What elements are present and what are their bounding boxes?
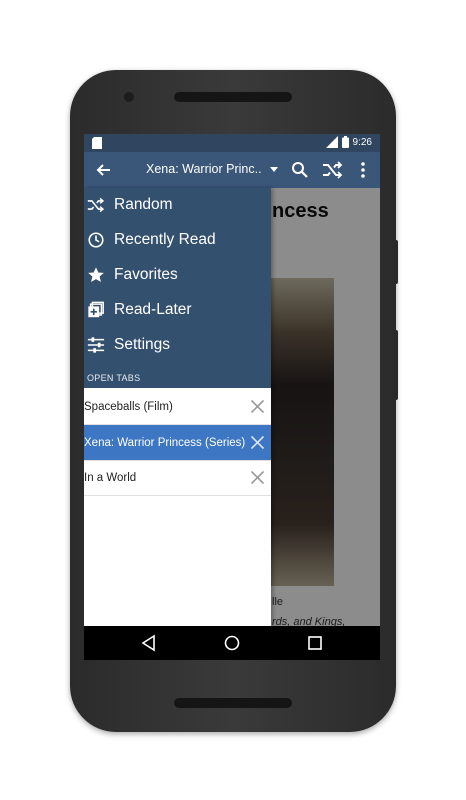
navigation-drawer: Random Recently Read Favorites Read-Late… bbox=[84, 188, 271, 626]
top-speaker bbox=[174, 92, 292, 102]
close-icon[interactable] bbox=[250, 470, 265, 485]
open-tab-item-active[interactable]: Xena: Warrior Princess (Series) bbox=[84, 425, 271, 461]
open-tab-item[interactable]: In a World bbox=[84, 460, 271, 496]
drawer-item-label: Settings bbox=[114, 336, 171, 353]
drawer-item-recently-read[interactable]: Recently Read bbox=[84, 223, 271, 257]
battery-icon bbox=[341, 136, 349, 148]
more-vert-icon[interactable] bbox=[360, 161, 366, 179]
drawer-item-label: Random bbox=[114, 196, 173, 213]
toolbar-title[interactable]: Xena: Warrior Princ.. bbox=[146, 162, 262, 176]
front-camera bbox=[124, 92, 134, 102]
bottom-speaker bbox=[174, 698, 292, 708]
status-time: 9:26 bbox=[352, 136, 372, 148]
clock-icon bbox=[88, 232, 104, 248]
status-bar: 9:26 bbox=[84, 134, 380, 152]
system-nav-bar bbox=[84, 626, 380, 660]
app-toolbar: Xena: Warrior Princ.. bbox=[84, 152, 380, 188]
sliders-icon bbox=[87, 337, 105, 353]
signal-icon bbox=[325, 136, 338, 148]
open-tab-label: In a World bbox=[84, 471, 137, 484]
nav-back-icon[interactable] bbox=[140, 634, 158, 652]
drawer-item-random[interactable]: Random bbox=[84, 188, 271, 222]
drawer-item-read-later[interactable]: Read-Later bbox=[84, 293, 271, 327]
open-tab-item[interactable]: Spaceballs (Film) bbox=[84, 389, 271, 425]
drawer-item-favorites[interactable]: Favorites bbox=[84, 258, 271, 292]
screen: ncess lle rds, and Kings, 9:26 Xena: War… bbox=[84, 134, 380, 660]
arrow-back-icon[interactable] bbox=[94, 160, 114, 180]
open-tab-label: Xena: Warrior Princess (Series) bbox=[84, 436, 246, 449]
nav-home-icon[interactable] bbox=[223, 634, 241, 652]
sd-card-icon bbox=[92, 137, 102, 149]
shuffle-icon bbox=[87, 197, 105, 213]
open-tab-label: Spaceballs (Film) bbox=[84, 400, 173, 413]
drawer-item-label: Recently Read bbox=[114, 231, 216, 248]
drawer-menu: Random Recently Read Favorites Read-Late… bbox=[84, 188, 271, 388]
drawer-item-label: Favorites bbox=[114, 266, 178, 283]
shuffle-icon[interactable] bbox=[321, 160, 343, 180]
status-right: 9:26 bbox=[325, 136, 372, 148]
power-button bbox=[394, 240, 398, 284]
queue-add-icon bbox=[88, 301, 104, 318]
star-icon bbox=[88, 267, 104, 283]
drawer-item-settings[interactable]: Settings bbox=[84, 328, 271, 362]
nav-recents-icon[interactable] bbox=[306, 634, 324, 652]
close-icon[interactable] bbox=[250, 435, 265, 450]
open-tabs-header: OPEN TABS bbox=[87, 373, 141, 383]
volume-button bbox=[394, 330, 398, 400]
drawer-item-label: Read-Later bbox=[114, 301, 192, 318]
chevron-down-icon[interactable] bbox=[270, 167, 278, 172]
close-icon[interactable] bbox=[250, 399, 265, 414]
search-icon[interactable] bbox=[290, 160, 310, 180]
